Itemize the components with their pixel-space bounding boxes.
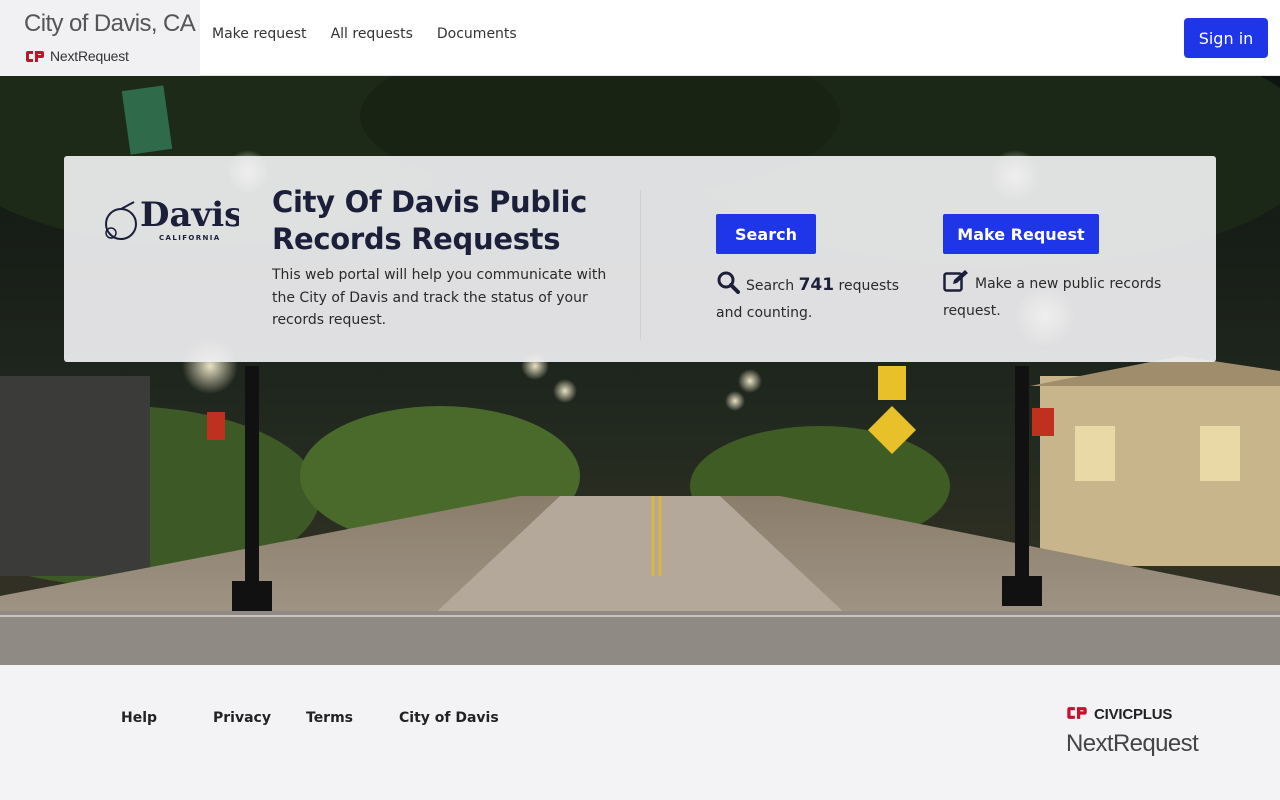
edit-icon	[943, 270, 969, 300]
civicplus-mark-icon	[25, 50, 45, 63]
footer-link-help[interactable]: Help	[121, 710, 213, 726]
make-request-description: Make a new public records request.	[943, 270, 1173, 323]
civicplus-wordmark: CIVICPLUS	[1094, 706, 1173, 723]
search-prefix: Search	[746, 278, 795, 294]
main-nav: Make request All requests Documents	[212, 26, 517, 42]
civicplus-mark-icon	[1066, 705, 1088, 724]
civicplus-brand: CIVICPLUS	[1066, 705, 1216, 724]
davis-logo-wordmark: Davis	[140, 195, 239, 235]
make-request-button[interactable]: Make Request	[943, 214, 1099, 254]
page-title: City Of Davis Public Records Requests	[272, 185, 588, 256]
nextrequest-logo: NextRequest	[25, 48, 129, 64]
brand-block[interactable]: City of Davis, CA NextRequest	[0, 0, 200, 76]
site-header: City of Davis, CA NextRequest Make reque…	[0, 0, 1280, 76]
city-of-davis-logo: Davis CALIFORNIA	[104, 190, 243, 250]
nav-make-request[interactable]: Make request	[212, 26, 307, 42]
request-count: 741	[798, 275, 835, 295]
card-divider	[640, 190, 641, 340]
hero-description: This web portal will help you communicat…	[272, 267, 607, 328]
search-button[interactable]: Search	[716, 214, 816, 254]
footer-link-privacy[interactable]: Privacy	[213, 710, 306, 726]
footer-link-city[interactable]: City of Davis	[399, 710, 499, 726]
nextrequest-wordmark: NextRequest	[1066, 730, 1199, 757]
nav-documents[interactable]: Documents	[437, 26, 517, 42]
davis-logo-state: CALIFORNIA	[159, 234, 221, 242]
make-request-text: Make a new public records request.	[943, 276, 1162, 319]
search-icon	[716, 270, 740, 302]
footer-link-terms[interactable]: Terms	[306, 710, 399, 726]
civicplus-nextrequest-logo[interactable]: CIVICPLUS NextRequest	[1066, 705, 1216, 765]
nav-all-requests[interactable]: All requests	[331, 26, 413, 42]
hero-card: Davis CALIFORNIA City Of Davis Public Re…	[64, 156, 1216, 362]
product-name: NextRequest	[50, 48, 129, 64]
hero-section: Davis CALIFORNIA City Of Davis Public Re…	[0, 76, 1280, 665]
sign-in-button[interactable]: Sign in	[1184, 18, 1268, 58]
footer-links: Help Privacy Terms City of Davis	[121, 710, 499, 726]
search-description: Search 741 requests and counting.	[716, 270, 916, 325]
site-footer: Help Privacy Terms City of Davis CIVICPL…	[0, 665, 1280, 800]
site-title[interactable]: City of Davis, CA	[24, 10, 196, 38]
